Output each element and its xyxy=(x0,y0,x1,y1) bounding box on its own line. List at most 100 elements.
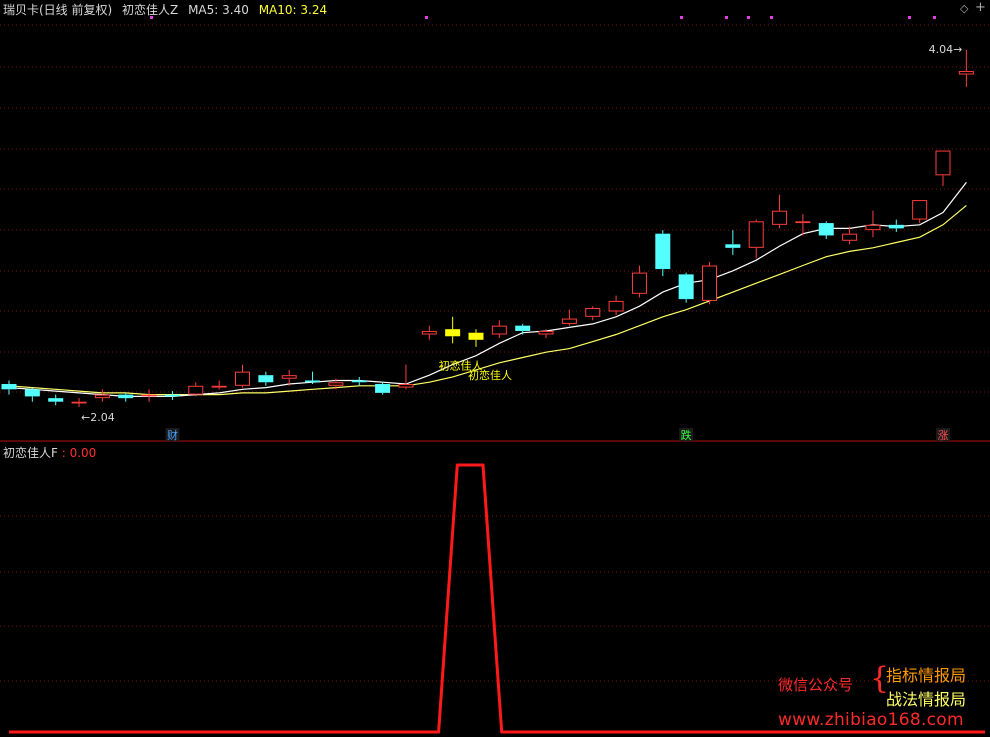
price-annotation: 初恋佳人 xyxy=(468,368,512,382)
candle-body xyxy=(772,210,788,225)
sub-indicator-value: : 0.00 xyxy=(61,446,97,460)
candle xyxy=(888,219,904,232)
candle-body xyxy=(912,200,928,220)
candle-body xyxy=(24,389,40,397)
candle xyxy=(398,364,414,390)
candle xyxy=(258,371,274,386)
candle-body xyxy=(655,233,671,270)
candle xyxy=(188,382,204,397)
top-dot xyxy=(680,16,683,19)
candle-body xyxy=(491,325,507,335)
candle-body xyxy=(795,221,811,224)
candle xyxy=(561,309,577,326)
candle xyxy=(468,329,484,347)
candle-body xyxy=(888,224,904,229)
indicator-name[interactable]: 初恋佳人Z xyxy=(122,3,178,17)
candlestick-series xyxy=(1,49,974,408)
candle-body xyxy=(71,401,87,404)
candle xyxy=(678,272,694,303)
candle-body xyxy=(235,371,250,386)
top-dot xyxy=(725,16,728,19)
candle-body xyxy=(608,300,624,312)
candle-body xyxy=(631,272,647,294)
candle xyxy=(141,389,157,402)
candle-body xyxy=(935,150,951,176)
ma5-value: 3.40 xyxy=(222,3,249,17)
candle xyxy=(912,200,928,224)
event-marker-label: 财 xyxy=(167,428,178,442)
candle-body xyxy=(958,70,974,75)
top-dot xyxy=(425,16,428,19)
candle-body xyxy=(678,274,694,300)
candle xyxy=(1,380,17,395)
plus-icon[interactable]: + xyxy=(975,0,986,15)
candle-body xyxy=(375,384,391,393)
candle-body xyxy=(865,224,881,231)
candle xyxy=(24,387,40,402)
sub-header: 初恋佳人F : 0.00 xyxy=(3,444,96,461)
sub-indicator-name[interactable]: 初恋佳人F xyxy=(3,446,58,460)
candle-body xyxy=(445,329,461,337)
price-annotation: 4.04→ xyxy=(929,43,963,56)
event-marker-label: 跌 xyxy=(681,428,692,442)
candle-body xyxy=(468,332,484,340)
watermark-line2: 战法情报局 xyxy=(886,690,967,709)
ma5-line xyxy=(8,182,967,397)
candle xyxy=(935,150,951,186)
watermark-line1: 指标情报局 xyxy=(886,666,967,685)
candle-body xyxy=(585,307,601,317)
candle-body xyxy=(515,325,531,331)
candle-body xyxy=(561,318,577,324)
candle xyxy=(608,295,624,316)
top-dot xyxy=(908,16,911,19)
candle-body xyxy=(164,394,180,397)
candle xyxy=(865,210,881,238)
candle xyxy=(421,325,437,340)
event-marker: 财 xyxy=(165,428,180,442)
candle xyxy=(94,389,110,402)
top-dot xyxy=(747,16,750,19)
candle-body xyxy=(141,394,157,397)
candle-body xyxy=(725,244,741,248)
candle xyxy=(655,230,671,277)
ma5-label: MA5: xyxy=(188,3,219,17)
candle-body xyxy=(842,233,858,241)
candle-body xyxy=(48,398,64,402)
event-marker-label: 涨 xyxy=(938,429,949,442)
candle xyxy=(71,398,87,408)
candle xyxy=(725,230,741,255)
candle-body xyxy=(748,221,764,248)
top-dot xyxy=(933,16,936,19)
candle xyxy=(631,265,647,298)
candle-body xyxy=(421,330,437,335)
stock-title[interactable]: 瑞贝卡(日线 前复权) xyxy=(3,3,112,17)
candle xyxy=(445,316,461,344)
candle-body xyxy=(94,394,110,399)
candle-body xyxy=(351,380,367,383)
candle xyxy=(211,380,227,390)
event-markers: 财跌涨 xyxy=(165,428,950,442)
candle xyxy=(818,221,834,239)
event-marker: 涨 xyxy=(936,428,950,442)
price-annotation: ←2.04 xyxy=(81,411,115,424)
candle-body xyxy=(305,380,321,383)
event-marker: 跌 xyxy=(679,428,694,442)
watermark: 微信公众号 { 指标情报局 战法情报局 www.zhibiao168.com xyxy=(778,660,986,736)
candle xyxy=(585,306,601,321)
main-header: 瑞贝卡(日线 前复权) 初恋佳人Z MA5: 3.40 MA10: 3.24 xyxy=(3,1,327,18)
moving-average-lines xyxy=(8,182,967,397)
candle xyxy=(351,376,367,386)
candle xyxy=(118,392,134,402)
candle-body xyxy=(211,385,227,388)
candle xyxy=(305,371,321,385)
candle xyxy=(375,382,391,395)
watermark-gzh: 微信公众号 xyxy=(778,676,854,694)
candle-body xyxy=(702,265,717,301)
candle xyxy=(748,219,764,259)
diamond-icon[interactable]: ◇ xyxy=(960,2,968,15)
candle-body xyxy=(188,385,204,395)
candle-body xyxy=(1,384,17,390)
candle-body xyxy=(538,330,554,335)
grid-lines xyxy=(0,24,990,682)
candle-body xyxy=(258,375,274,383)
